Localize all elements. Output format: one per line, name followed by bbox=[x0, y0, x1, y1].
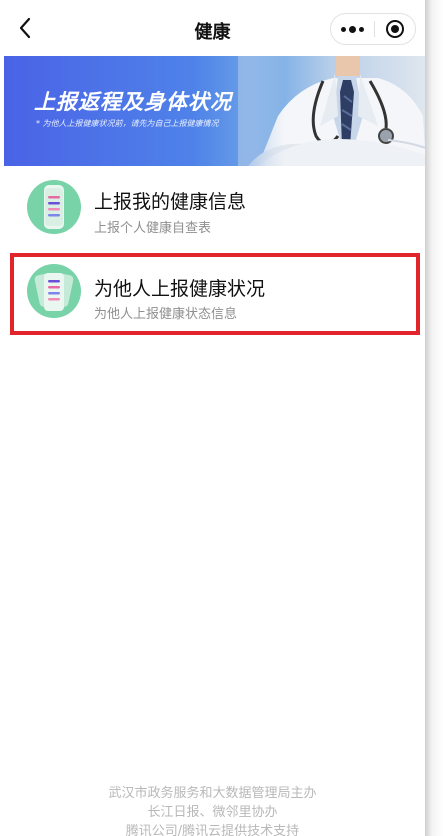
footer: 武汉市政务服务和大数据管理局主办 长江日报、微邻里协办 腾讯公司/腾讯云提供技术… bbox=[0, 784, 425, 836]
more-button[interactable] bbox=[331, 14, 373, 44]
banner-subtitle: * 为他人上报健康状况前，请先为自己上报健康情况 bbox=[36, 119, 219, 128]
page-edge-shadow bbox=[425, 0, 443, 836]
footer-co-organizer: 长江日报、微邻里协办 bbox=[147, 805, 278, 820]
banner[interactable]: 上报返程及身体状况 * 为他人上报健康状况前，请先为自己上报健康情况 bbox=[4, 56, 425, 166]
banner-title: 上报返程及身体状况 bbox=[34, 90, 232, 114]
footer-tech-support: 腾讯公司/腾讯云提供技术支持 bbox=[125, 824, 300, 836]
item-subtitle: 上报个人健康自查表 bbox=[94, 221, 212, 236]
highlight-box bbox=[10, 253, 420, 335]
page: 健康 上报返程及身体状况 * 为他人上报健康状况前，请先为自己上报健康情况 上报… bbox=[0, 0, 425, 836]
navbar: 健康 bbox=[0, 0, 425, 56]
health-form-icon bbox=[27, 180, 81, 234]
close-button[interactable] bbox=[375, 14, 415, 44]
more-dots-icon bbox=[341, 27, 346, 32]
doctor-photo bbox=[238, 56, 425, 166]
footer-organizer: 武汉市政务服务和大数据管理局主办 bbox=[108, 786, 317, 801]
item-title: 上报我的健康信息 bbox=[94, 191, 247, 213]
list-item-report-self[interactable]: 上报我的健康信息 上报个人健康自查表 bbox=[0, 168, 425, 248]
mini-program-capsule bbox=[330, 13, 416, 45]
